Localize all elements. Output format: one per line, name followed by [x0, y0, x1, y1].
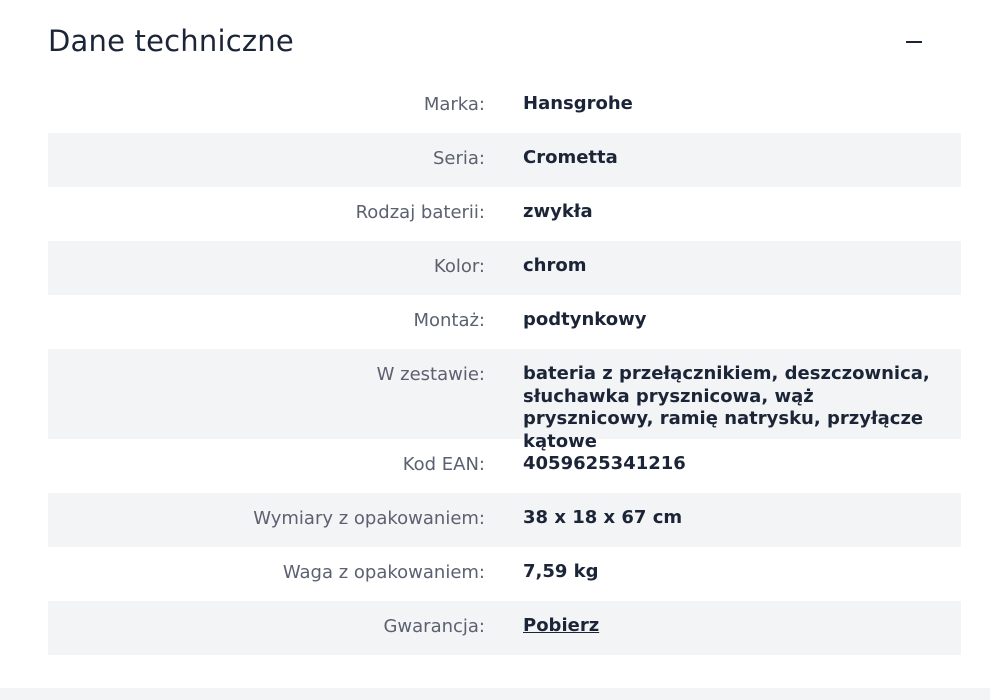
spec-value: podtynkowy [523, 309, 647, 330]
bottom-divider [0, 688, 990, 700]
spec-row-color: Kolor: chrom [48, 241, 961, 295]
spec-value: 38 x 18 x 67 cm [523, 507, 683, 528]
spec-label: W zestawie: [376, 364, 485, 385]
spec-value: zwykła [523, 201, 593, 222]
spec-row-brand: Marka: Hansgrohe [48, 79, 961, 133]
minus-icon[interactable] [902, 32, 926, 52]
technical-data-panel: Dane techniczne Marka: Hansgrohe Seria: … [0, 0, 990, 700]
spec-value: 7,59 kg [523, 561, 599, 582]
spec-value: Hansgrohe [523, 93, 633, 114]
spec-row-dimensions: Wymiary z opakowaniem: 38 x 18 x 67 cm [48, 493, 961, 547]
spec-value: bateria z przełącznikiem, deszczownica, … [523, 363, 930, 452]
spec-row-faucet-type: Rodzaj baterii: zwykła [48, 187, 961, 241]
spec-label: Marka: [423, 94, 485, 115]
spec-label: Wymiary z opakowaniem: [253, 508, 485, 529]
spec-label: Gwarancja: [383, 616, 485, 637]
spec-row-weight: Waga z opakowaniem: 7,59 kg [48, 547, 961, 601]
spec-value: Crometta [523, 147, 618, 168]
spec-label: Kod EAN: [402, 454, 485, 475]
spec-value: Pobierz [523, 615, 943, 638]
minus-icon-bar [906, 41, 922, 43]
spec-label: Rodzaj baterii: [355, 202, 485, 223]
section-header[interactable]: Dane techniczne [48, 22, 928, 64]
spec-label: Waga z opakowaniem: [282, 562, 485, 583]
specs-table: Marka: Hansgrohe Seria: Crometta Rodzaj … [48, 79, 961, 655]
section-title: Dane techniczne [48, 24, 294, 58]
spec-value: 4059625341216 [523, 453, 686, 474]
spec-row-included: W zestawie: bateria z przełącznikiem, de… [48, 349, 961, 452]
spec-row-mounting: Montaż: podtynkowy [48, 295, 961, 349]
spec-label: Seria: [433, 148, 485, 169]
spec-value: chrom [523, 255, 587, 276]
warranty-download-link[interactable]: Pobierz [523, 615, 599, 636]
spec-label: Montaż: [413, 310, 485, 331]
spec-row-series: Seria: Crometta [48, 133, 961, 187]
spec-row-warranty: Gwarancja: Pobierz [48, 601, 961, 655]
spec-label: Kolor: [433, 256, 485, 277]
